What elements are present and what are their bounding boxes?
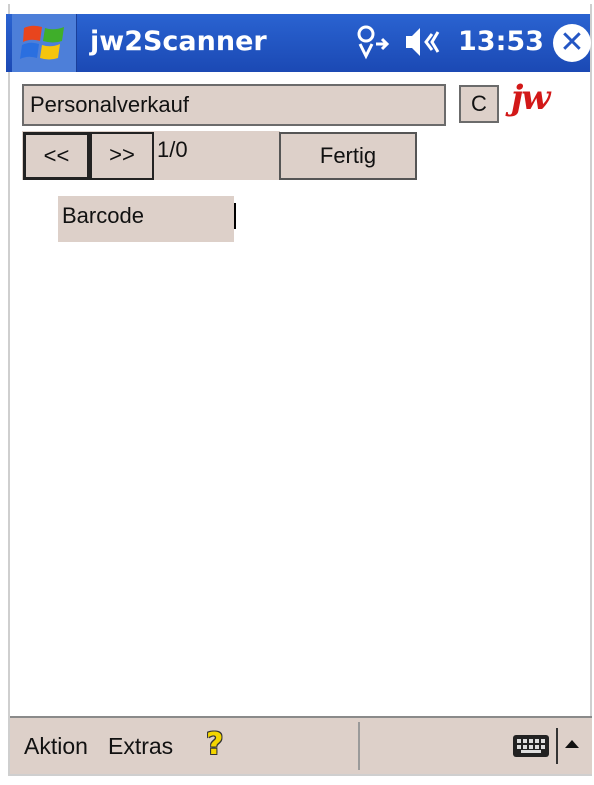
jw-logo: jw <box>511 78 551 118</box>
page-counter: 1/0 <box>157 137 188 162</box>
app-title: jw2Scanner <box>90 26 267 57</box>
menu-extras[interactable]: Extras <box>108 733 173 760</box>
input-arrow-icon[interactable] <box>565 740 579 748</box>
clear-button[interactable]: C <box>459 85 499 123</box>
done-button[interactable]: Fertig <box>279 132 417 180</box>
mode-select[interactable]: Personalverkauf <box>22 84 446 126</box>
menu-aktion[interactable]: Aktion <box>24 733 88 760</box>
next-button[interactable]: >> <box>90 132 154 180</box>
menu-separator <box>358 722 360 770</box>
barcode-input-caret[interactable] <box>234 203 236 229</box>
barcode-label: Barcode <box>58 196 234 242</box>
input-separator <box>556 728 558 764</box>
speaker-icon[interactable] <box>402 22 442 69</box>
bottom-menu-bar: Aktion Extras ? <box>10 716 592 774</box>
keyboard-icon[interactable] <box>513 735 549 757</box>
title-bar: jw2Scanner 13:53 ✕ <box>6 14 591 72</box>
clock-time[interactable]: 13:53 <box>458 26 544 57</box>
previous-button[interactable]: << <box>23 132 90 180</box>
windows-start-icon[interactable] <box>12 14 77 72</box>
help-icon[interactable]: ? <box>206 727 223 762</box>
connectivity-icon[interactable] <box>352 22 392 69</box>
close-icon[interactable]: ✕ <box>553 24 591 62</box>
